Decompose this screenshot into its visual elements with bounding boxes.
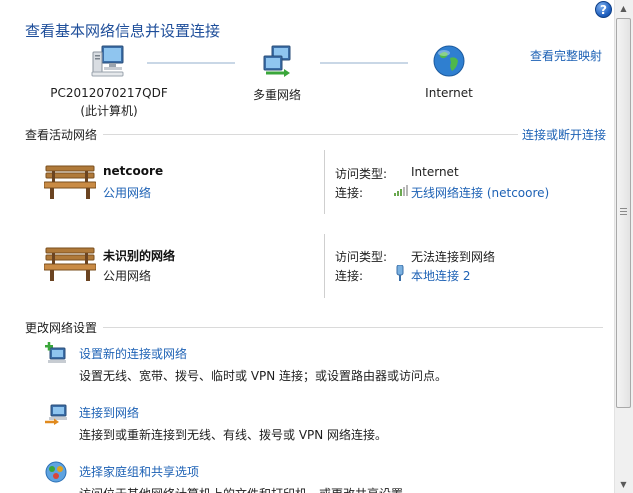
- scroll-grip: [620, 208, 627, 209]
- connection-label: 连接:: [335, 186, 364, 200]
- access-type-label: 访问类型:: [335, 167, 388, 181]
- connection-label: 连接:: [335, 269, 364, 283]
- network-separator: [324, 234, 325, 298]
- change-settings-divider: [25, 327, 603, 328]
- computer-name: PC2012070217QDF: [50, 86, 168, 100]
- network-name: netcoore: [103, 164, 164, 178]
- connect-to-network-link[interactable]: 连接到网络: [79, 404, 139, 421]
- view-full-map-link[interactable]: 查看完整映射: [530, 47, 602, 64]
- setup-new-connection-link[interactable]: 设置新的连接或网络: [79, 345, 187, 362]
- connect-network-icon: [44, 403, 68, 425]
- scroll-grip: [620, 214, 627, 215]
- access-type-value: 无法连接到网络: [411, 250, 496, 264]
- computer-sub: (此计算机): [80, 104, 138, 118]
- homegroup-sharing-link[interactable]: 选择家庭组和共享选项: [79, 463, 199, 480]
- bench-icon: [43, 162, 97, 200]
- homegroup-icon: [44, 460, 68, 484]
- page-title: 查看基本网络信息并设置连接: [25, 22, 221, 40]
- task-description: 连接到或重新连接到无线、有线、拨号或 VPN 网络连接。: [79, 428, 388, 442]
- map-line-2: [320, 62, 408, 64]
- change-settings-title: 更改网络设置: [25, 319, 104, 336]
- multiple-networks-label: 多重网络: [252, 88, 301, 102]
- bench-icon: [43, 244, 97, 282]
- access-type-value: Internet: [411, 165, 459, 179]
- internet-globe-icon: [432, 44, 466, 78]
- internet-label: Internet: [425, 86, 473, 100]
- multiple-networks-icon: [260, 44, 294, 78]
- help-icon[interactable]: ?: [595, 1, 612, 18]
- network-name: 未识别的网络: [103, 249, 176, 263]
- task-description: 访问位于其他网络计算机上的文件和打印机，或更改共享设置。: [79, 485, 415, 493]
- computer-label: PC2012070217QDF (此计算机): [44, 86, 174, 119]
- network-separator: [324, 150, 325, 214]
- network-category: 公用网络: [103, 269, 152, 283]
- scrollbar-thumb[interactable]: [616, 18, 631, 408]
- new-connection-icon: [44, 342, 68, 364]
- local-connection-link[interactable]: 本地连接 2: [411, 267, 470, 284]
- connect-disconnect-link[interactable]: 连接或断开连接: [518, 126, 607, 143]
- wireless-connection-link[interactable]: 无线网络连接 (netcoore): [411, 184, 549, 201]
- scroll-up-icon[interactable]: ▲: [614, 0, 633, 17]
- active-networks-title: 查看活动网络: [25, 126, 104, 143]
- access-type-label: 访问类型:: [335, 250, 388, 264]
- ethernet-plug-icon: [395, 264, 405, 281]
- map-line-1: [147, 62, 235, 64]
- wifi-signal-icon: [394, 185, 408, 196]
- scroll-down-icon[interactable]: ▼: [614, 476, 633, 493]
- computer-icon: [90, 44, 126, 78]
- task-description: 设置无线、宽带、拨号、临时或 VPN 连接；或设置路由器或访问点。: [79, 369, 448, 383]
- scroll-grip: [620, 211, 627, 212]
- network-category-link[interactable]: 公用网络: [103, 184, 151, 201]
- active-networks-divider: [25, 134, 603, 135]
